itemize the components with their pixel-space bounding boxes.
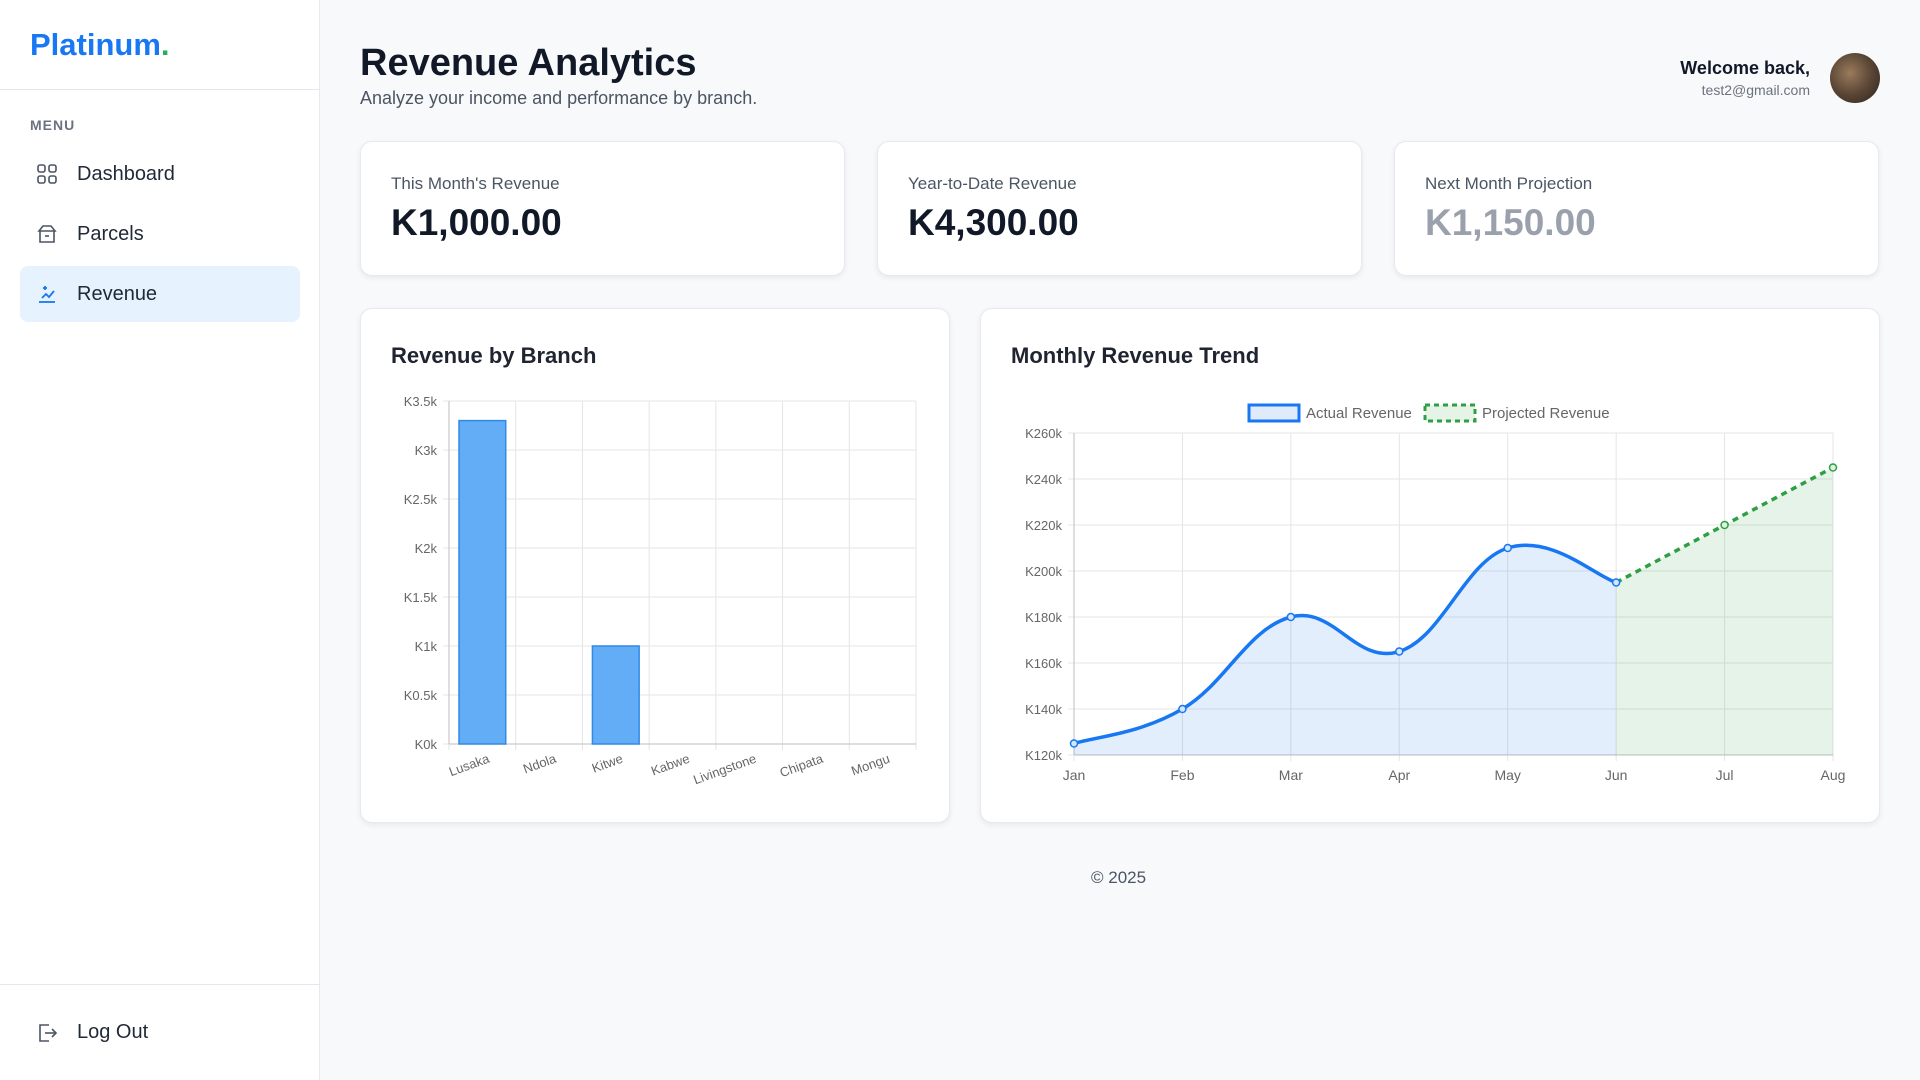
sidebar-item-parcels[interactable]: Parcels — [20, 206, 300, 262]
projected-revenue-point — [1720, 520, 1729, 530]
brand-dot: . — [160, 26, 170, 62]
sidebar-footer: Log Out — [0, 984, 320, 1080]
x-tick-label: Kabwe — [649, 751, 691, 779]
legend-swatch-actual — [1247, 403, 1301, 423]
user-profile[interactable]: Welcome back, test2@gmail.com — [1680, 53, 1880, 103]
y-tick-label: K1.5k — [404, 590, 438, 605]
brand-logo[interactable]: Platinum. — [0, 0, 319, 90]
logout-button[interactable]: Log Out — [36, 1021, 148, 1044]
chart-legend: Actual Revenue Projected Revenue — [1247, 403, 1610, 423]
monthly-trend-card: Monthly Revenue Trend K120k K140k K160k K18… — [980, 308, 1880, 823]
bar-lusaka — [458, 419, 507, 745]
x-tick-label: May — [1494, 767, 1520, 783]
grid-icon — [36, 163, 58, 185]
avatar[interactable] — [1830, 53, 1880, 103]
welcome-text: Welcome back, — [1680, 58, 1810, 78]
y-tick-label: K260k — [1025, 426, 1062, 441]
y-tick-label: K2k — [415, 541, 438, 556]
y-tick-label: K200k — [1025, 564, 1062, 579]
bar-kitwe — [591, 645, 640, 745]
x-tick-label: Ndola — [521, 750, 559, 776]
page-subtitle: Analyze your income and performance by b… — [360, 88, 758, 108]
x-tick-label: Kitwe — [590, 751, 625, 776]
y-grid — [443, 400, 917, 750]
stat-label: Next Month Projection — [1425, 174, 1593, 193]
x-tick-label: Apr — [1388, 767, 1410, 783]
y-tick-label: K3k — [415, 443, 438, 458]
stat-label: Year-to-Date Revenue — [908, 174, 1077, 193]
stat-card-ytd: Year-to-Date Revenue K4,300.00 — [877, 141, 1362, 276]
y-tick-label: K140k — [1025, 702, 1062, 717]
actual-revenue-point — [1178, 704, 1187, 714]
x-tick-label: Mongu — [849, 751, 891, 779]
x-tick-label: Jun — [1605, 767, 1628, 783]
actual-revenue-point — [1286, 612, 1296, 622]
y-tick-label: K120k — [1025, 748, 1062, 763]
x-tick-label: Chipata — [778, 750, 826, 780]
y-tick-label: K160k — [1025, 656, 1062, 671]
logout-label: Log Out — [77, 1021, 149, 1043]
legend-label: Projected Revenue — [1482, 405, 1610, 422]
logout-icon — [36, 1022, 58, 1044]
y-tick-label: K180k — [1025, 610, 1062, 625]
stat-card-projection: Next Month Projection K1,150.00 — [1394, 141, 1879, 276]
brand-name: Platinum — [30, 26, 161, 62]
page-title: Revenue Analytics — [360, 42, 697, 84]
legend-swatch-projected — [1423, 403, 1477, 423]
sidebar-nav: Dashboard Parcels Revenue — [20, 146, 300, 326]
sidebar-item-label: Dashboard — [77, 162, 175, 185]
sidebar-item-label: Revenue — [77, 282, 158, 305]
y-tick-label: K1k — [415, 639, 438, 654]
x-tick-label: Aug — [1821, 767, 1846, 783]
stat-value: K1,150.00 — [1425, 202, 1596, 243]
x-tick-label: Jan — [1063, 767, 1086, 783]
y-tick-label: K0.5k — [404, 688, 438, 703]
stat-label: This Month's Revenue — [391, 174, 560, 193]
parcel-icon — [36, 223, 58, 245]
y-tick-label: K0k — [415, 737, 438, 752]
menu-heading: MENU — [30, 117, 76, 133]
x-tick-label: Mar — [1279, 767, 1303, 783]
revenue-icon — [36, 283, 58, 305]
x-tick-label: Lusaka — [447, 750, 492, 779]
actual-revenue-point — [1069, 739, 1079, 748]
actual-revenue-point — [1503, 543, 1512, 553]
projected-revenue-point — [1828, 463, 1838, 472]
monthly-revenue-trend-chart: K120k K140k K160k K180k K200k K220k K240k K260k… — [1025, 403, 1846, 783]
sidebar: Platinum. MENU Dashboard Parcels Revenue — [0, 0, 320, 1080]
sidebar-item-dashboard[interactable]: Dashboard — [20, 146, 300, 202]
x-tick-label: Livingstone — [691, 751, 758, 788]
revenue-by-branch-card: Revenue by Branch K0k K0.5k K1k K1.5k K2k K2.… — [360, 308, 950, 823]
user-info: Welcome back, test2@gmail.com — [1680, 58, 1810, 98]
stat-value: K1,000.00 — [391, 202, 562, 243]
y-tick-label: K3.5k — [404, 394, 438, 409]
y-tick-label: K240k — [1025, 472, 1062, 487]
revenue-by-branch-chart: K0k K0.5k K1k K1.5k K2k K2.5k K3k K3.5k Lusaka Nd… — [404, 394, 917, 788]
sidebar-item-revenue[interactable]: Revenue — [20, 266, 300, 322]
footer-copyright: © 2025 — [1091, 868, 1147, 887]
stat-value: K4,300.00 — [908, 202, 1079, 243]
y-tick-label: K2.5k — [404, 492, 438, 507]
sidebar-item-label: Parcels — [77, 222, 144, 245]
x-tick-label: Jul — [1716, 767, 1734, 783]
x-tick-label: Feb — [1170, 767, 1194, 783]
user-email: test2@gmail.com — [1701, 82, 1810, 98]
actual-revenue-point — [1611, 578, 1621, 587]
y-tick-label: K220k — [1025, 518, 1062, 533]
actual-revenue-point — [1395, 647, 1404, 656]
stat-card-month: This Month's Revenue K1,000.00 — [360, 141, 845, 276]
legend-label: Actual Revenue — [1306, 405, 1412, 422]
